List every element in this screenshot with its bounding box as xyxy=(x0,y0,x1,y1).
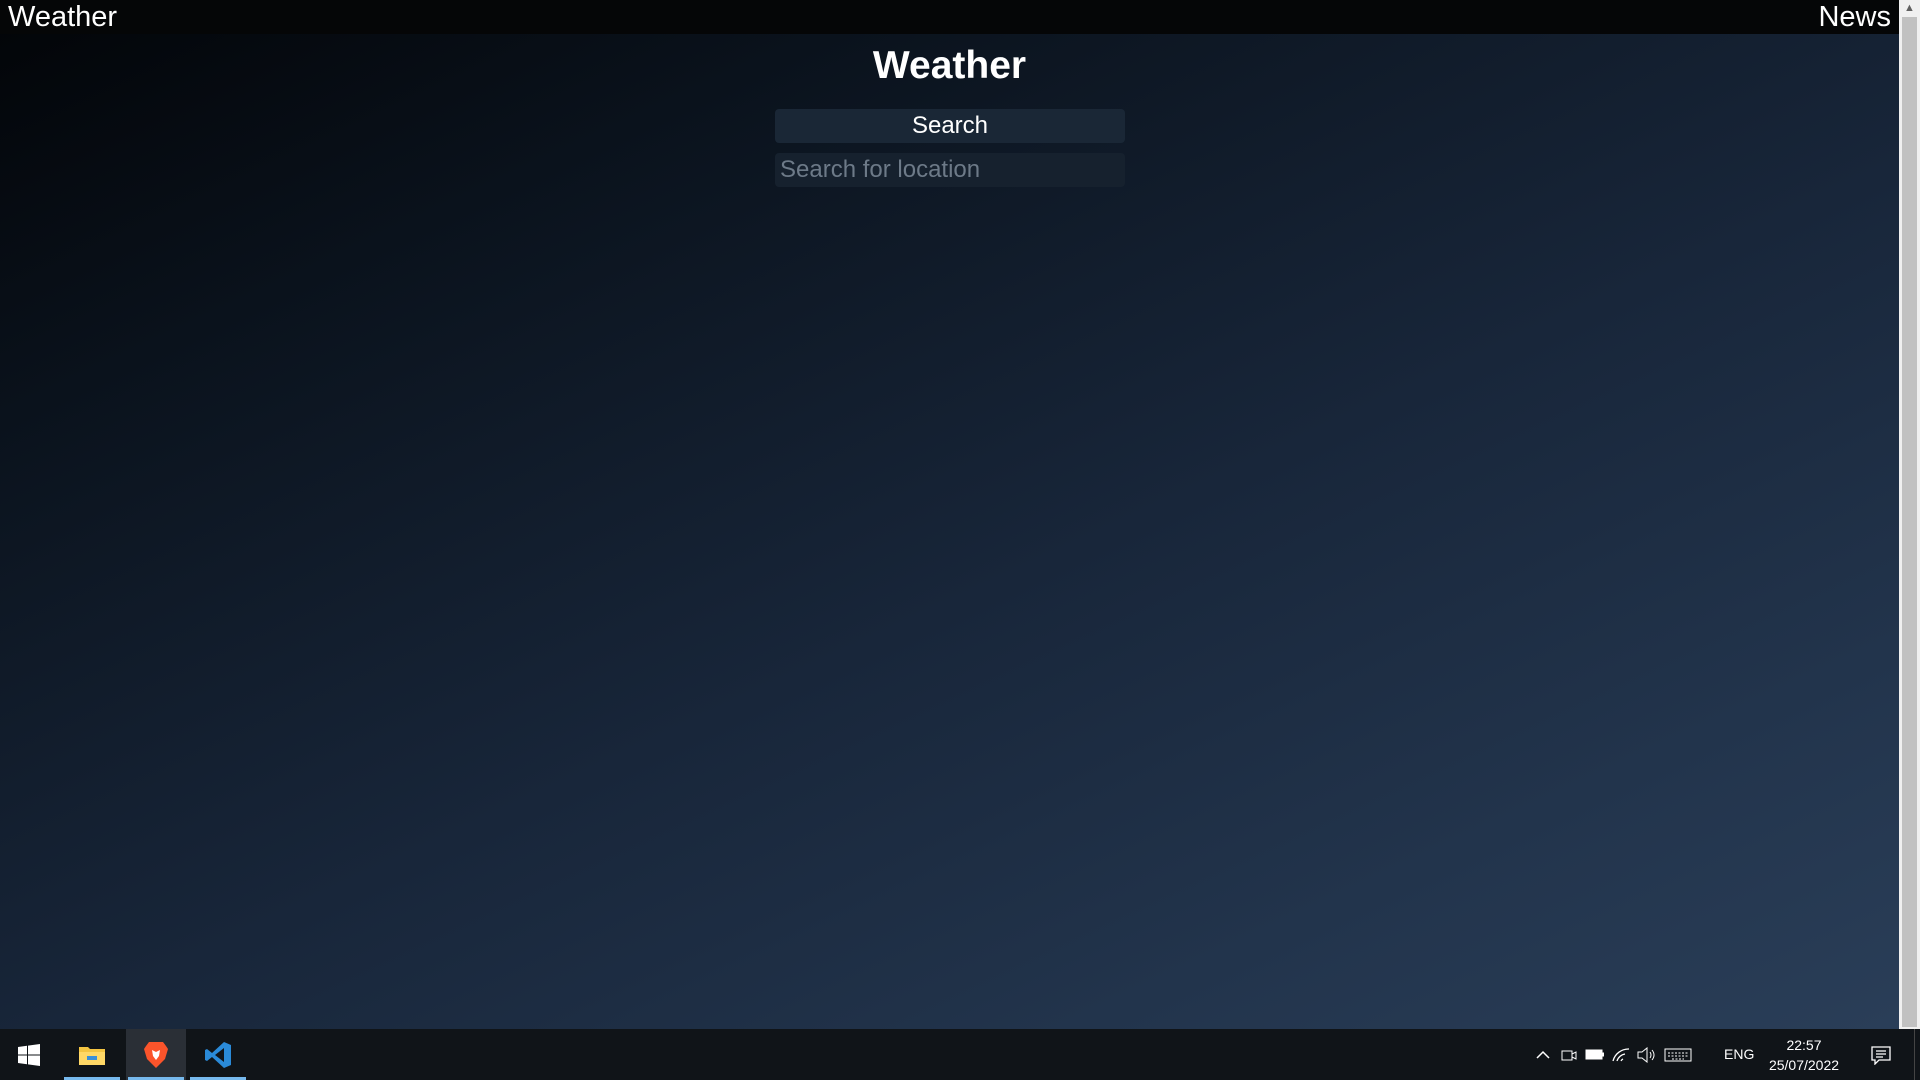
clock-time: 22:57 xyxy=(1786,1037,1822,1053)
show-hidden-icons-chevron-icon[interactable] xyxy=(1530,1029,1556,1080)
brave-browser-icon xyxy=(144,1041,168,1068)
vertical-scrollbar[interactable]: ▲ xyxy=(1899,0,1920,1029)
nav-link-weather[interactable]: Weather xyxy=(8,0,117,34)
taskbar-clock[interactable]: 22:57 25/07/2022 xyxy=(1760,1035,1848,1075)
input-language-indicator[interactable]: ENG xyxy=(1724,1029,1754,1080)
touch-keyboard-icon[interactable] xyxy=(1660,1029,1696,1080)
taskbar-file-explorer[interactable] xyxy=(62,1029,122,1080)
battery-icon[interactable] xyxy=(1582,1029,1608,1080)
meet-now-icon[interactable] xyxy=(1556,1029,1582,1080)
file-explorer-icon xyxy=(79,1046,105,1065)
scrollbar-thumb[interactable] xyxy=(1902,17,1917,1027)
vscode-icon xyxy=(205,1041,231,1068)
page-title: Weather xyxy=(872,44,1027,87)
scroll-up-arrow-icon[interactable]: ▲ xyxy=(1899,0,1920,17)
action-center-button[interactable] xyxy=(1866,1029,1896,1080)
system-tray xyxy=(1530,1029,1696,1080)
windows-logo-icon xyxy=(18,1043,40,1066)
notification-icon xyxy=(1871,1045,1891,1065)
browser-viewport: Weather News Weather Search xyxy=(0,0,1899,1029)
search-button[interactable]: Search xyxy=(775,109,1125,143)
location-search-input[interactable] xyxy=(775,153,1125,187)
taskbar-brave-browser[interactable] xyxy=(126,1029,186,1080)
volume-icon[interactable] xyxy=(1634,1029,1660,1080)
nav-link-news[interactable]: News xyxy=(1818,0,1891,34)
windows-taskbar: ENG 22:57 25/07/2022 xyxy=(0,1029,1920,1080)
show-desktop-button[interactable] xyxy=(1914,1029,1920,1080)
wifi-icon[interactable] xyxy=(1608,1029,1634,1080)
taskbar-vscode[interactable] xyxy=(188,1029,248,1080)
clock-date: 25/07/2022 xyxy=(1768,1057,1840,1073)
top-navigation-bar: Weather News xyxy=(0,0,1899,34)
start-button[interactable] xyxy=(0,1029,58,1080)
